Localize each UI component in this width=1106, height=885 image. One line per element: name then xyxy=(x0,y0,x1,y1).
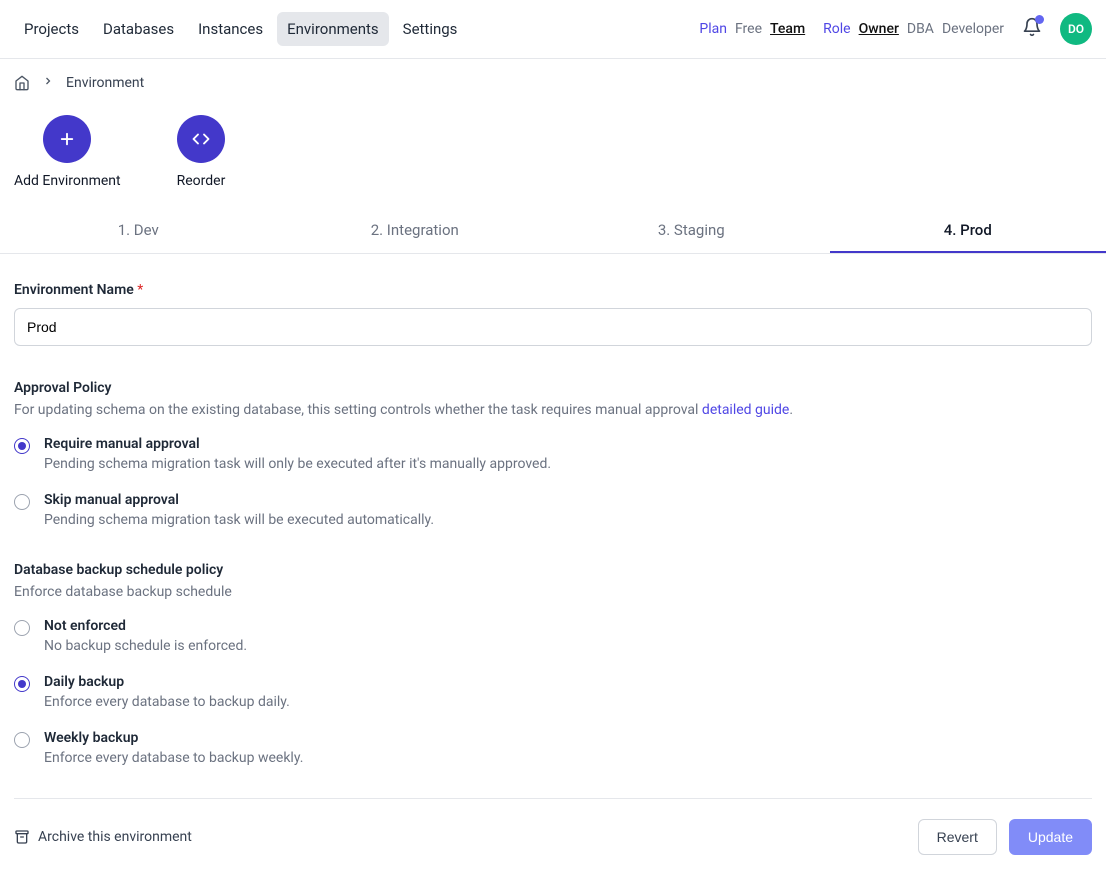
plus-icon-circle xyxy=(43,115,91,163)
radio-title: Skip manual approval xyxy=(44,492,434,508)
notification-bell[interactable] xyxy=(1022,17,1042,41)
radio-title: Require manual approval xyxy=(44,436,551,452)
approval-policy-title: Approval Policy xyxy=(14,380,1092,396)
backup-option-weekly[interactable]: Weekly backup Enforce every database to … xyxy=(14,730,1092,766)
radio-desc: Pending schema migration task will only … xyxy=(44,456,551,472)
page-actions: Add Environment Reorder xyxy=(0,91,1106,209)
tab-dev[interactable]: 1. Dev xyxy=(0,209,277,253)
revert-button[interactable]: Revert xyxy=(918,819,997,855)
radio-input xyxy=(14,620,30,636)
add-environment-label: Add Environment xyxy=(14,173,121,189)
backup-radio-group: Not enforced No backup schedule is enfor… xyxy=(14,618,1092,766)
footer-bar: Archive this environment Revert Update xyxy=(14,798,1092,855)
radio-input xyxy=(14,438,30,454)
update-button[interactable]: Update xyxy=(1009,819,1092,855)
nav-projects[interactable]: Projects xyxy=(14,12,89,46)
radio-input xyxy=(14,732,30,748)
radio-desc: Enforce every database to backup daily. xyxy=(44,694,290,710)
environment-name-label: Environment Name * xyxy=(14,282,1092,298)
nav-databases[interactable]: Databases xyxy=(93,12,184,46)
reorder-label: Reorder xyxy=(177,173,226,189)
plan-team[interactable]: Team xyxy=(770,21,805,37)
nav-settings[interactable]: Settings xyxy=(393,12,468,46)
approval-policy-section: Approval Policy For updating schema on t… xyxy=(14,380,1092,528)
role-developer[interactable]: Developer xyxy=(942,21,1004,37)
content: Environment Name * Approval Policy For u… xyxy=(0,254,1106,885)
approval-option-skip[interactable]: Skip manual approval Pending schema migr… xyxy=(14,492,1092,528)
radio-input xyxy=(14,494,30,510)
archive-environment-button[interactable]: Archive this environment xyxy=(14,829,192,845)
approval-radio-group: Require manual approval Pending schema m… xyxy=(14,436,1092,528)
backup-policy-desc: Enforce database backup schedule xyxy=(14,584,1092,600)
plus-icon xyxy=(58,130,76,148)
breadcrumb-current: Environment xyxy=(66,75,144,91)
code-icon xyxy=(192,130,210,148)
backup-policy-title: Database backup schedule policy xyxy=(14,562,1092,578)
nav-right: Plan Free Team Role Owner DBA Developer … xyxy=(699,13,1092,45)
breadcrumb: Environment xyxy=(0,59,1106,91)
backup-option-daily[interactable]: Daily backup Enforce every database to b… xyxy=(14,674,1092,710)
nav-environments[interactable]: Environments xyxy=(277,12,389,46)
backup-option-not-enforced[interactable]: Not enforced No backup schedule is enfor… xyxy=(14,618,1092,654)
radio-title: Weekly backup xyxy=(44,730,303,746)
tab-integration[interactable]: 2. Integration xyxy=(277,209,554,253)
nav-instances[interactable]: Instances xyxy=(188,12,273,46)
reorder-button[interactable]: Reorder xyxy=(177,115,226,189)
radio-title: Not enforced xyxy=(44,618,247,634)
backup-policy-section: Database backup schedule policy Enforce … xyxy=(14,562,1092,766)
plan-free[interactable]: Free xyxy=(735,21,762,37)
archive-icon xyxy=(14,829,30,845)
tab-staging[interactable]: 3. Staging xyxy=(553,209,830,253)
role-owner[interactable]: Owner xyxy=(859,21,899,37)
radio-desc: Enforce every database to backup weekly. xyxy=(44,750,303,766)
plan-label: Plan xyxy=(699,21,727,37)
role-label: Role xyxy=(823,21,850,37)
add-environment-button[interactable]: Add Environment xyxy=(14,115,121,189)
archive-label: Archive this environment xyxy=(38,829,192,845)
tab-prod[interactable]: 4. Prod xyxy=(830,209,1106,253)
home-icon[interactable] xyxy=(14,75,30,91)
avatar[interactable]: DO xyxy=(1060,13,1092,45)
role-dba[interactable]: DBA xyxy=(907,21,934,37)
top-nav: Projects Databases Instances Environment… xyxy=(0,0,1106,59)
nav-items: Projects Databases Instances Environment… xyxy=(14,12,467,46)
environment-tabs: 1. Dev 2. Integration 3. Staging 4. Prod xyxy=(0,209,1106,254)
environment-name-input[interactable] xyxy=(14,308,1092,346)
detailed-guide-link[interactable]: detailed guide xyxy=(702,402,789,418)
approval-option-require[interactable]: Require manual approval Pending schema m… xyxy=(14,436,1092,472)
radio-input xyxy=(14,676,30,692)
radio-desc: No backup schedule is enforced. xyxy=(44,638,247,654)
radio-title: Daily backup xyxy=(44,674,290,690)
approval-policy-desc: For updating schema on the existing data… xyxy=(14,402,1092,418)
chevron-right-icon xyxy=(42,75,54,91)
radio-desc: Pending schema migration task will be ex… xyxy=(44,512,434,528)
reorder-icon-circle xyxy=(177,115,225,163)
notification-dot xyxy=(1035,15,1044,24)
